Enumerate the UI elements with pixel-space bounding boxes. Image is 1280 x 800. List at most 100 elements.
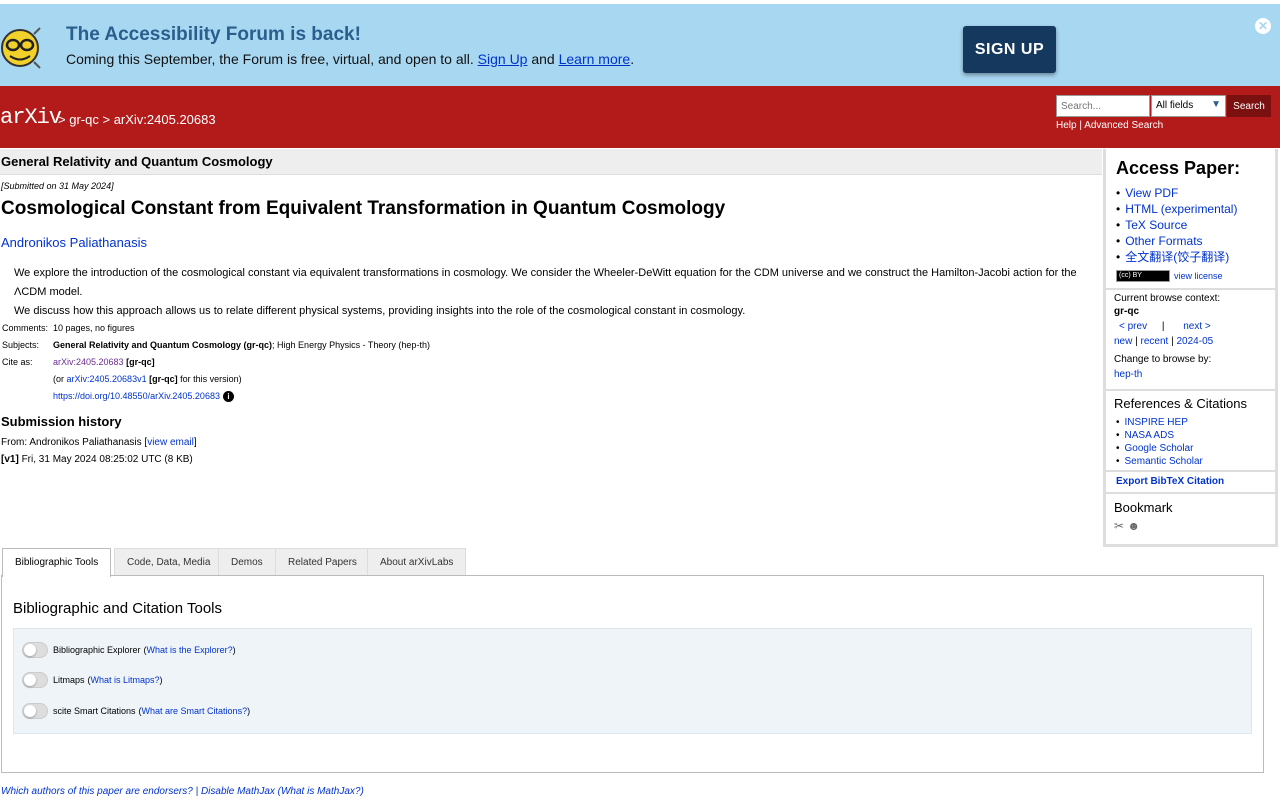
hep-th-link[interactable]: hep-th: [1114, 369, 1142, 380]
panel-title: Bibliographic and Citation Tools: [13, 600, 223, 617]
footer-links: Which authors of this paper are endorser…: [1, 786, 364, 797]
view-license-link[interactable]: view license: [1174, 271, 1223, 281]
banner-learn-more-link[interactable]: Learn more: [559, 51, 631, 67]
references-title: References & Citations: [1114, 396, 1247, 411]
nasa-ads-link[interactable]: NASA ADS: [1125, 430, 1174, 441]
search-field-select[interactable]: All fields ▼: [1151, 95, 1226, 117]
recent-link[interactable]: recent: [1141, 336, 1169, 347]
prev-link[interactable]: < prev: [1119, 321, 1147, 332]
tab-code-data-media[interactable]: Code, Data, Media: [114, 548, 224, 575]
bracket: ]: [193, 437, 197, 448]
bibliographic-explorer-toggle[interactable]: [22, 642, 48, 658]
export-bibtex-link[interactable]: Export BibTeX Citation: [1116, 476, 1224, 487]
cite-version-row: (or arXiv:2405.20683v1 [gr-qc] for this …: [2, 371, 430, 388]
arxiv-logo[interactable]: arXiv: [0, 105, 62, 130]
tool-label: Bibliographic Explorer: [53, 645, 141, 655]
author-link[interactable]: Andronikos Paliathanasis: [1, 235, 147, 250]
separator: |: [1079, 120, 1082, 131]
what-are-smart-citations-link[interactable]: What are Smart Citations?: [142, 706, 248, 716]
tool-row: scite Smart Citations (What are Smart Ci…: [22, 703, 250, 719]
tool-label: Litmaps: [53, 675, 85, 685]
translation-link[interactable]: 全文翻译(饺子翻译): [1125, 250, 1229, 264]
access-paper-title: Access Paper:: [1116, 158, 1241, 178]
cite-row: Cite as: arXiv:2405.20683 [gr-qc]: [2, 354, 430, 371]
view-email-link[interactable]: view email: [147, 437, 194, 448]
breadcrumb-separator: >: [58, 112, 66, 127]
browse-links: new | recent | 2024-05: [1114, 336, 1213, 347]
disable-mathjax-link[interactable]: Disable MathJax: [201, 786, 275, 797]
cite-id-link[interactable]: arXiv:2405.20683: [53, 357, 124, 367]
version-line: [v1] Fri, 31 May 2024 08:25:02 UTC (8 KB…: [1, 451, 197, 468]
cc-license-icon[interactable]: (cc) BY: [1116, 270, 1170, 282]
tex-source-link[interactable]: TeX Source: [1125, 218, 1187, 232]
accessibility-forum-logo-icon: [1, 27, 41, 69]
bookmark-icons: ✂ ☻: [1114, 519, 1140, 533]
tab-bibliographic-tools[interactable]: Bibliographic Tools: [2, 548, 112, 577]
subjects-label: Subjects:: [2, 340, 40, 350]
primary-subject: General Relativity and Quantum Cosmology…: [53, 340, 273, 350]
banner-signup-link[interactable]: Sign Up: [478, 51, 528, 67]
reddit-icon[interactable]: ☻: [1127, 519, 1140, 533]
banner-description: Coming this September, the Forum is free…: [66, 51, 474, 67]
cite-tag: [gr-qc]: [126, 357, 155, 367]
search-input[interactable]: [1056, 95, 1150, 117]
google-scholar-link[interactable]: Google Scholar: [1125, 443, 1194, 454]
doi-link[interactable]: https://doi.org/10.48550/arXiv.2405.2068…: [53, 391, 220, 401]
abstract: We explore the introduction of the cosmo…: [14, 264, 1084, 321]
new-link[interactable]: new: [1114, 336, 1132, 347]
cite-label: Cite as:: [2, 357, 33, 367]
tab-related-papers[interactable]: Related Papers: [275, 548, 370, 575]
tool-label: scite Smart Citations: [53, 706, 136, 716]
doi-row: https://doi.org/10.48550/arXiv.2405.2068…: [2, 388, 430, 405]
tool-row: Litmaps (What is Litmaps?): [22, 672, 163, 688]
semantic-scholar-link[interactable]: Semantic Scholar: [1125, 456, 1203, 467]
separator: |: [195, 786, 199, 797]
comments-label: Comments:: [2, 323, 49, 333]
bibsonomy-icon[interactable]: ✂: [1114, 519, 1124, 533]
submission-history: From: Andronikos Paliathanasis [view ema…: [1, 434, 197, 468]
browse-context-label: Current browse context:: [1114, 293, 1221, 304]
search-button[interactable]: Search: [1227, 95, 1271, 117]
advanced-search-link[interactable]: Advanced Search: [1084, 120, 1163, 131]
what-is-litmaps-link[interactable]: What is Litmaps?: [91, 675, 160, 685]
breadcrumb-separator: >: [102, 112, 111, 127]
litmaps-toggle[interactable]: [22, 672, 48, 688]
divider: [1106, 389, 1275, 391]
breadcrumb-gr-qc[interactable]: gr-qc: [69, 112, 99, 127]
tab-about-arxivlabs[interactable]: About arXivLabs: [367, 548, 467, 575]
inspire-hep-link[interactable]: INSPIRE HEP: [1125, 417, 1188, 428]
cite-v1-tag: [gr-qc]: [149, 374, 178, 384]
next-link[interactable]: next >: [1183, 321, 1211, 332]
what-is-explorer-link[interactable]: What is the Explorer?: [147, 645, 233, 655]
help-link[interactable]: Help: [1056, 120, 1077, 131]
breadcrumb: > gr-qc > arXiv:2405.20683: [58, 112, 216, 127]
secondary-subjects: ; High Energy Physics - Theory (hep-th): [272, 340, 430, 350]
version-label: [v1]: [1, 454, 19, 465]
cite-v1-link[interactable]: arXiv:2405.20683v1: [67, 374, 147, 384]
divider: [1106, 470, 1275, 472]
subject-bar: General Relativity and Quantum Cosmology: [0, 149, 1102, 175]
banner-period: .: [630, 51, 635, 67]
endorsers-link[interactable]: Which authors of this paper are endorser…: [1, 786, 193, 797]
html-link[interactable]: HTML (experimental): [1125, 202, 1237, 216]
separator: |: [1161, 321, 1165, 332]
paper-title: Cosmological Constant from Equivalent Tr…: [1, 198, 726, 219]
view-pdf-link[interactable]: View PDF: [1125, 186, 1178, 200]
abstract-line-2: We discuss how this approach allows us t…: [14, 305, 746, 317]
tab-demos[interactable]: Demos: [218, 548, 276, 575]
browse-context-value: gr-qc: [1114, 306, 1139, 317]
close-icon[interactable]: ✕: [1255, 18, 1271, 34]
search-help-links: Help | Advanced Search: [1056, 120, 1163, 131]
what-is-mathjax-link[interactable]: (What is MathJax?): [278, 786, 364, 797]
access-links: View PDF HTML (experimental) TeX Source …: [1116, 185, 1237, 265]
submission-date: [Submitted on 31 May 2024]: [1, 181, 114, 191]
signup-button[interactable]: SIGN UP: [963, 26, 1056, 73]
other-formats-link[interactable]: Other Formats: [1125, 234, 1202, 248]
tool-row: Bibliographic Explorer (What is the Expl…: [22, 642, 236, 658]
info-icon[interactable]: i: [222, 391, 234, 403]
from-line: From: Andronikos Paliathanasis [view ema…: [1, 434, 197, 451]
change-browse-label: Change to browse by:: [1114, 354, 1212, 365]
scite-toggle[interactable]: [22, 703, 48, 719]
chevron-down-icon: ▼: [1211, 99, 1221, 110]
month-link[interactable]: 2024-05: [1177, 336, 1214, 347]
